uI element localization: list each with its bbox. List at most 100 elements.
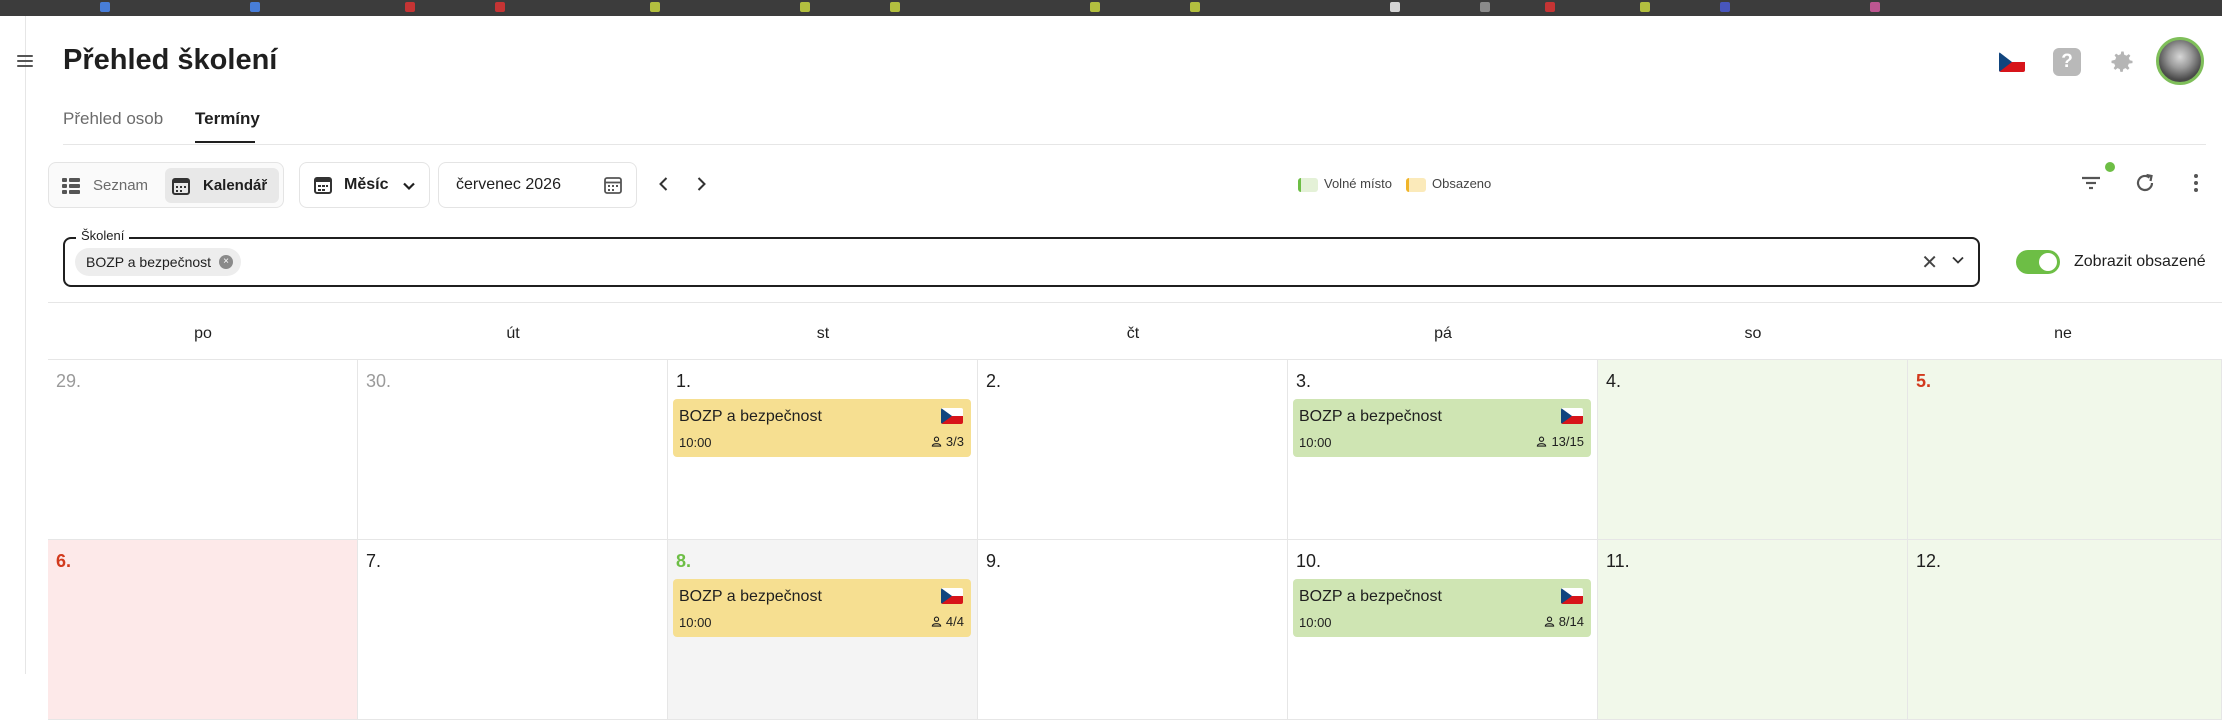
clear-selection-icon[interactable]: ✕ bbox=[1921, 250, 1938, 275]
czech-flag-icon bbox=[1561, 408, 1583, 424]
weekday-label: po bbox=[194, 325, 212, 342]
chip-remove-icon[interactable]: × bbox=[219, 255, 234, 269]
more-options-button[interactable] bbox=[2186, 170, 2206, 196]
event-time: 10:00 bbox=[1299, 615, 1332, 630]
view-list-label: Seznam bbox=[93, 177, 149, 194]
legend-free: Volné místo bbox=[1298, 176, 1392, 192]
training-chip: BOZP a bezpečnost × bbox=[75, 248, 242, 276]
training-event[interactable]: BOZP a bezpečnost 10:00 13/15 bbox=[1293, 399, 1591, 457]
training-event[interactable]: BOZP a bezpečnost 10:00 4/4 bbox=[673, 579, 971, 637]
tabs-divider bbox=[63, 144, 2206, 145]
filter-icon bbox=[2082, 176, 2100, 190]
next-month-button[interactable] bbox=[689, 172, 713, 196]
day-number: 8. bbox=[676, 551, 692, 571]
month-calendar: po út st čt pá so ne 29. 30. 1. BOZP a bezp… bbox=[48, 302, 2222, 720]
event-title: BOZP a bezpečnost bbox=[679, 408, 822, 425]
view-toggle: Seznam Kalendář bbox=[48, 162, 284, 208]
day-number: 12. bbox=[1916, 551, 1942, 571]
page-title: Přehled školení bbox=[63, 44, 278, 76]
list-icon bbox=[62, 178, 80, 194]
view-list-button[interactable]: Seznam bbox=[55, 168, 155, 203]
calendar-day-cell[interactable]: 10. BOZP a bezpečnost 10:00 8/14 bbox=[1288, 540, 1598, 720]
user-avatar[interactable] bbox=[2156, 37, 2204, 85]
filter-button[interactable] bbox=[2078, 170, 2104, 196]
day-number: 2. bbox=[986, 371, 1002, 391]
day-number: 6. bbox=[56, 551, 72, 571]
calendar-day-cell[interactable]: 29. bbox=[48, 360, 358, 540]
weekday-label: so bbox=[1744, 325, 1762, 342]
show-full-toggle[interactable] bbox=[2016, 250, 2060, 274]
training-event[interactable]: BOZP a bezpečnost 10:00 8/14 bbox=[1293, 579, 1591, 637]
tab-prehled-osob[interactable]: Přehled osob bbox=[63, 109, 163, 129]
czech-flag-icon bbox=[1561, 588, 1583, 604]
chevron-down-icon[interactable] bbox=[1950, 252, 1966, 268]
training-picker-label: Školení bbox=[76, 228, 130, 243]
help-button[interactable]: ? bbox=[2053, 48, 2081, 76]
event-capacity-value: 13/15 bbox=[1551, 434, 1584, 449]
event-capacity-value: 3/3 bbox=[945, 434, 964, 449]
day-number: 7. bbox=[366, 551, 382, 571]
legend-free-swatch bbox=[1298, 177, 1318, 192]
day-number: 29. bbox=[56, 371, 82, 391]
calendar-day-cell[interactable]: 1. BOZP a bezpečnost 10:00 3/3 bbox=[668, 360, 978, 540]
event-time: 10:00 bbox=[1299, 435, 1332, 450]
calendar-day-cell[interactable]: 2. bbox=[978, 360, 1288, 540]
day-number: 4. bbox=[1606, 371, 1622, 391]
month-date-value: červenec 2026 bbox=[456, 176, 561, 193]
language-switch[interactable] bbox=[1999, 52, 2025, 77]
toggle-knob bbox=[2039, 253, 2057, 271]
calendar-day-cell[interactable]: 9. bbox=[978, 540, 1288, 720]
calendar-day-cell[interactable]: 8. BOZP a bezpečnost 10:00 4/4 bbox=[668, 540, 978, 720]
period-select-value: Měsíc bbox=[344, 176, 389, 193]
day-number: 5. bbox=[1916, 371, 1932, 391]
refresh-icon bbox=[2136, 173, 2154, 192]
day-number: 3. bbox=[1296, 371, 1312, 391]
calendar-day-cell[interactable]: 4. bbox=[1598, 360, 1908, 540]
calendar-day-cell[interactable]: 3. BOZP a bezpečnost 10:00 13/15 bbox=[1288, 360, 1598, 540]
view-calendar-button[interactable]: Kalendář bbox=[165, 168, 279, 203]
event-capacity-value: 4/4 bbox=[945, 614, 964, 629]
event-time: 10:00 bbox=[679, 615, 712, 630]
calendar-day-cell[interactable]: 7. bbox=[358, 540, 668, 720]
event-title: BOZP a bezpečnost bbox=[1299, 588, 1442, 605]
view-calendar-label: Kalendář bbox=[203, 177, 268, 194]
training-event[interactable]: BOZP a bezpečnost 10:00 3/3 bbox=[673, 399, 971, 457]
event-time: 10:00 bbox=[679, 435, 712, 450]
event-capacity: 3/3 bbox=[931, 434, 964, 449]
weekday-label: st bbox=[816, 325, 830, 342]
calendar-day-cell[interactable]: 12. bbox=[1908, 540, 2222, 720]
active-tab-indicator bbox=[195, 141, 255, 143]
month-date-field[interactable]: červenec 2026 bbox=[438, 162, 637, 208]
calendar-day-cell[interactable]: 6. bbox=[48, 540, 358, 720]
chevron-right-icon bbox=[697, 177, 706, 191]
calendar-day-cell[interactable]: 5. bbox=[1908, 360, 2222, 540]
menu-icon[interactable] bbox=[17, 55, 33, 67]
settings-button[interactable] bbox=[2108, 48, 2136, 76]
person-icon bbox=[931, 436, 942, 447]
calendar-day-cell[interactable]: 30. bbox=[358, 360, 668, 540]
period-select[interactable]: Měsíc bbox=[299, 162, 430, 208]
weekday-label: út bbox=[506, 325, 520, 342]
czech-flag-icon bbox=[941, 588, 963, 604]
training-multiselect[interactable]: BOZP a bezpečnost × ✕ bbox=[63, 237, 1980, 287]
chevron-down-icon bbox=[403, 182, 415, 191]
calendar-icon[interactable] bbox=[603, 175, 623, 195]
event-capacity: 8/14 bbox=[1544, 614, 1584, 629]
person-icon bbox=[1544, 616, 1554, 627]
legend-full: Obsazeno bbox=[1406, 176, 1491, 192]
event-title: BOZP a bezpečnost bbox=[1299, 408, 1442, 425]
event-capacity-value: 8/14 bbox=[1558, 614, 1584, 629]
event-title: BOZP a bezpečnost bbox=[679, 588, 822, 605]
event-capacity: 4/4 bbox=[931, 614, 964, 629]
prev-month-button[interactable] bbox=[652, 172, 676, 196]
calendar-icon bbox=[172, 178, 190, 195]
refresh-button[interactable] bbox=[2132, 170, 2158, 196]
day-number: 11. bbox=[1606, 551, 1630, 571]
tab-terminy[interactable]: Termíny bbox=[195, 109, 260, 129]
czech-flag-icon bbox=[941, 408, 963, 424]
legend-free-label: Volné místo bbox=[1324, 176, 1392, 191]
side-rail bbox=[0, 16, 26, 674]
calendar-day-cell[interactable]: 11. bbox=[1598, 540, 1908, 720]
chevron-left-icon bbox=[659, 177, 668, 191]
day-number: 10. bbox=[1296, 551, 1322, 571]
